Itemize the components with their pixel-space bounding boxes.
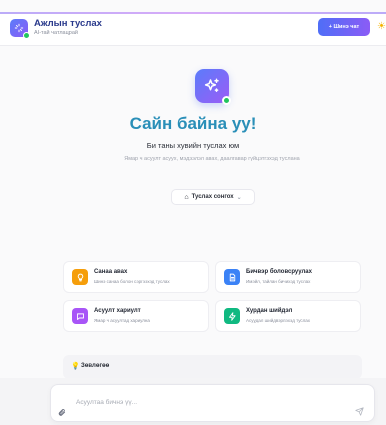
sparkle-icon	[14, 23, 24, 33]
app-logo	[10, 19, 30, 39]
message-input[interactable]	[76, 395, 336, 409]
card-quick[interactable]: Хурдан шийдэл Асуудал шийдвэрлэхэд тусла…	[215, 300, 361, 332]
paperclip-icon[interactable]	[58, 408, 66, 419]
suggestions-label: Зөвлөгөө	[81, 363, 110, 369]
hero-description: Ямар ч асуулт асуух, мэдээлэл авах, даал…	[124, 156, 300, 162]
card-qa[interactable]: Асуулт хариулт Ямар ч асуултад хариулна	[63, 300, 209, 332]
card-title: Асуулт хариулт	[94, 308, 141, 314]
document-icon	[224, 269, 240, 285]
new-chat-button[interactable]: + Шинэ чат	[318, 18, 370, 36]
card-title: Бичвэр боловсруулах	[246, 269, 312, 275]
tagline: Би таны хувийн туслах юм	[146, 141, 240, 150]
chat-icon	[72, 308, 88, 324]
assistant-select[interactable]: ⌂ Туслах сонгох ⌄	[171, 189, 255, 205]
card-writing[interactable]: Бичвэр боловсруулах Имэйл, тайлан бичихэ…	[215, 261, 361, 293]
lightbulb-icon: 💡	[71, 363, 80, 370]
sun-icon[interactable]: ☀	[377, 20, 386, 34]
card-ideas[interactable]: Санаа авах Шинэ санаа болон сэргээхэд ту…	[63, 261, 209, 293]
assistant-avatar	[195, 69, 231, 105]
card-description: Асуудал шийдвэрлэхэд туслах	[246, 318, 311, 323]
online-status-dot	[222, 96, 231, 105]
app-header: Ажлын туслах AI-тай чатлацрай + Шинэ чат…	[0, 14, 386, 46]
card-description: Имэйл, тайлан бичихэд туслах	[246, 279, 311, 284]
assistant-select-label: Туслах сонгох	[191, 194, 234, 200]
send-icon[interactable]	[355, 407, 364, 418]
suggestions-panel[interactable]: 💡 Зөвлөгөө	[63, 355, 362, 379]
online-status-dot	[23, 32, 30, 39]
greeting-heading: Сайн байна уу!	[129, 114, 257, 133]
app-title: Ажлын туслах	[34, 18, 102, 29]
chevron-down-icon: ⌄	[236, 194, 242, 201]
bolt-icon	[224, 308, 240, 324]
sparkle-icon	[204, 78, 219, 92]
card-description: Ямар ч асуултад хариулна	[94, 318, 150, 323]
card-title: Санаа авах	[94, 269, 128, 275]
card-title: Хурдан шийдэл	[246, 308, 293, 314]
message-composer	[50, 384, 375, 422]
robot-icon: ⌂	[184, 193, 189, 201]
lightbulb-icon	[72, 269, 88, 285]
app-subtitle: AI-тай чатлацрай	[34, 30, 78, 36]
card-description: Шинэ санаа болон сэргээхэд туслах	[94, 279, 170, 284]
